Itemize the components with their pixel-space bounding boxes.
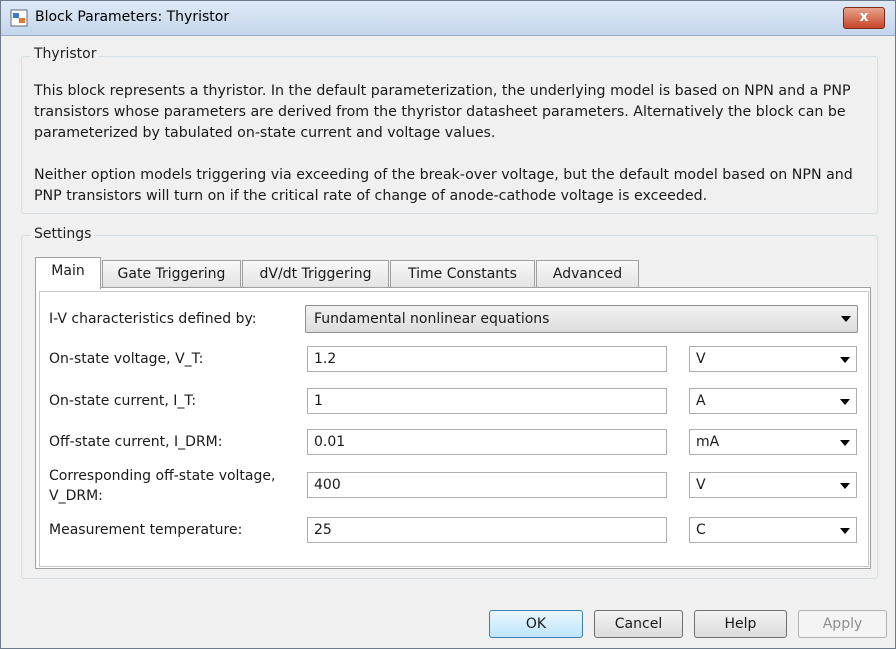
title-bar[interactable]: Block Parameters: Thyristor x <box>1 1 895 36</box>
off-state-current-input[interactable]: 0.01 <box>307 429 667 455</box>
off-state-current-label: Off-state current, I_DRM: <box>49 434 223 450</box>
iv-characteristics-value: Fundamental nonlinear equations <box>314 311 550 327</box>
dialog-window: Block Parameters: Thyristor x Thyristor … <box>0 0 896 649</box>
tab-dvdt-triggering[interactable]: dV/dt Triggering <box>242 260 389 288</box>
simulink-block-icon <box>10 9 28 27</box>
chevron-down-icon <box>840 528 850 534</box>
measurement-temperature-input[interactable]: 25 <box>307 517 667 543</box>
description-line-2: transistors whose parameters are derived… <box>34 104 846 120</box>
on-state-voltage-unit-select[interactable]: V <box>689 346 857 372</box>
off-state-voltage-unit: V <box>696 477 706 493</box>
off-state-voltage-input[interactable]: 400 <box>307 472 667 498</box>
on-state-current-unit: A <box>696 393 706 409</box>
on-state-current-unit-select[interactable]: A <box>689 388 857 414</box>
cancel-button[interactable]: Cancel <box>594 610 683 638</box>
tab-main[interactable]: Main <box>35 257 101 289</box>
on-state-voltage-unit: V <box>696 351 706 367</box>
description-line-1: This block represents a thyristor. In th… <box>34 83 851 99</box>
chevron-down-icon <box>841 316 851 322</box>
close-button[interactable]: x <box>843 7 885 29</box>
tab-advanced[interactable]: Advanced <box>536 260 639 288</box>
on-state-current-input[interactable]: 1 <box>307 388 667 414</box>
off-state-voltage-label-line-2: V_DRM: <box>49 488 103 504</box>
block-group-label: Thyristor <box>31 46 100 62</box>
measurement-temperature-unit: C <box>696 522 706 538</box>
measurement-temperature-label: Measurement temperature: <box>49 522 243 538</box>
iv-characteristics-dropdown[interactable]: Fundamental nonlinear equations <box>305 305 858 333</box>
on-state-voltage-input[interactable]: 1.2 <box>307 346 667 372</box>
measurement-temperature-unit-select[interactable]: C <box>689 517 857 543</box>
description-line-6: PNP transistors will turn on if the crit… <box>34 188 708 204</box>
off-state-voltage-label-line-1: Corresponding off-state voltage, <box>49 468 276 484</box>
off-state-current-unit: mA <box>696 434 720 450</box>
chevron-down-icon <box>840 357 850 363</box>
on-state-voltage-label: On-state voltage, V_T: <box>49 351 204 367</box>
description-line-3: parameterized by tabulated on-state curr… <box>34 125 496 141</box>
chevron-down-icon <box>840 483 850 489</box>
on-state-current-label: On-state current, I_T: <box>49 393 197 409</box>
tab-time-constants[interactable]: Time Constants <box>390 260 535 288</box>
help-button[interactable]: Help <box>694 610 787 638</box>
tab-gate-triggering[interactable]: Gate Triggering <box>102 260 241 288</box>
window-title: Block Parameters: Thyristor <box>35 9 230 25</box>
description-line-5: Neither option models triggering via exc… <box>34 167 853 183</box>
ok-button[interactable]: OK <box>489 610 583 638</box>
settings-group-label: Settings <box>31 226 95 242</box>
off-state-current-unit-select[interactable]: mA <box>689 429 857 455</box>
apply-button[interactable]: Apply <box>798 610 887 638</box>
chevron-down-icon <box>840 399 850 405</box>
iv-characteristics-label: I-V characteristics defined by: <box>49 311 257 327</box>
chevron-down-icon <box>840 440 850 446</box>
off-state-voltage-unit-select[interactable]: V <box>689 472 857 498</box>
